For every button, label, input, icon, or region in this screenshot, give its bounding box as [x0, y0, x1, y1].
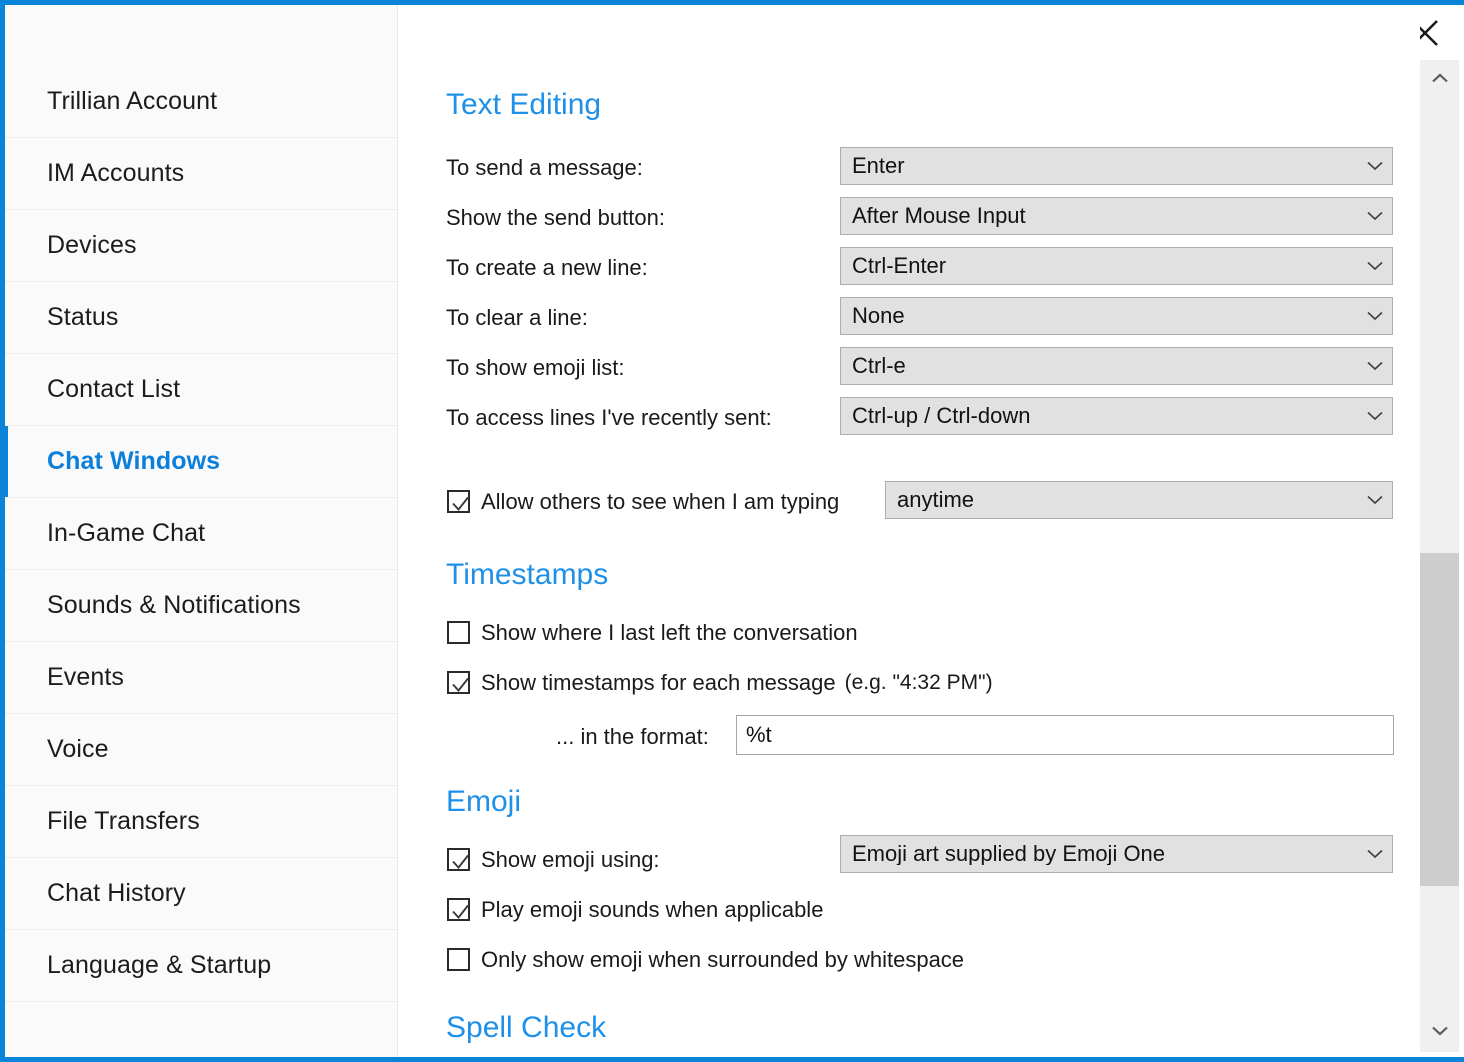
sidebar-nav-list: Trillian Account IM Accounts Devices Status…	[5, 66, 397, 1002]
scrollbar-thumb[interactable]	[1420, 553, 1459, 886]
sidebar-item-chat-history[interactable]: Chat History	[5, 858, 397, 930]
dropdown-emoji-art-source[interactable]: Emoji art supplied by Emoji One	[840, 835, 1393, 873]
chevron-down-icon	[1364, 198, 1386, 234]
timestamp-example-text: (e.g. "4:32 PM")	[844, 671, 993, 694]
sidebar-item-sounds-notifications[interactable]: Sounds & Notifications	[5, 570, 397, 642]
checkbox-show-last-left[interactable]	[447, 621, 470, 644]
sidebar-item-file-transfers[interactable]: File Transfers	[5, 786, 397, 858]
chevron-down-icon	[1431, 1023, 1449, 1041]
sidebar-item-voice[interactable]: Voice	[5, 714, 397, 786]
chevron-down-icon	[1364, 148, 1386, 184]
sidebar-item-label: Events	[47, 663, 125, 691]
checkbox-play-emoji-sounds[interactable]	[447, 898, 470, 921]
dropdown-value: Ctrl-Enter	[852, 255, 947, 277]
sidebar-item-label: In-Game Chat	[47, 519, 206, 547]
chevron-up-icon	[1431, 71, 1449, 89]
dropdown-to-send-a-message[interactable]: Enter	[840, 147, 1393, 185]
checkbox-row-play-emoji-sounds[interactable]: Play emoji sounds when applicable	[447, 898, 823, 921]
sidebar-item-label: Chat History	[47, 879, 186, 907]
sidebar-item-label: Trillian Account	[47, 87, 218, 115]
label-show-the-send-button: Show the send button:	[446, 205, 665, 230]
section-title-timestamps: Timestamps	[446, 558, 609, 591]
sidebar-item-label: Contact List	[47, 375, 181, 403]
sidebar-item-devices[interactable]: Devices	[5, 210, 397, 282]
chevron-down-icon	[1364, 348, 1386, 384]
label-to-access-recent-lines: To access lines I've recently sent:	[446, 405, 772, 430]
sidebar-item-label: Chat Windows	[47, 447, 221, 475]
chevron-down-icon	[1364, 298, 1386, 334]
checkbox-allow-typing-indicator[interactable]	[447, 490, 470, 513]
input-timestamp-format[interactable]: %t	[736, 715, 1394, 755]
chevron-down-icon	[1364, 482, 1386, 518]
dropdown-value: After Mouse Input	[852, 205, 1026, 227]
dropdown-value: Emoji art supplied by Emoji One	[852, 843, 1166, 865]
chevron-down-icon	[1364, 836, 1386, 872]
dropdown-value: Ctrl-up / Ctrl-down	[852, 405, 1031, 427]
label-to-create-a-new-line: To create a new line:	[446, 255, 648, 280]
sidebar-item-label: Language & Startup	[47, 951, 272, 979]
label-to-send-a-message: To send a message:	[446, 155, 643, 180]
label-timestamp-format: ... in the format:	[556, 724, 709, 749]
sidebar-item-label: Voice	[47, 735, 109, 763]
dropdown-value: None	[852, 305, 905, 327]
preferences-window: Trillian Account IM Accounts Devices Status…	[0, 0, 1464, 1062]
sidebar-item-trillian-account[interactable]: Trillian Account	[5, 66, 397, 138]
checkbox-row-allow-typing-indicator[interactable]: Allow others to see when I am typing	[447, 490, 839, 513]
settings-sidebar: Trillian Account IM Accounts Devices Status…	[5, 5, 398, 1057]
checkbox-row-show-last-left[interactable]: Show where I last left the conversation	[447, 621, 858, 644]
checkbox-show-timestamps[interactable]	[447, 671, 470, 694]
checkbox-label: Show emoji using:	[481, 846, 660, 872]
sidebar-item-status[interactable]: Status	[5, 282, 397, 354]
sidebar-item-label: File Transfers	[47, 807, 200, 835]
sidebar-selection-indicator	[5, 426, 8, 497]
checkbox-label: Allow others to see when I am typing	[481, 488, 840, 514]
settings-content-pane: Text Editing To send a message: Enter Sh…	[398, 5, 1420, 1057]
vertical-scrollbar[interactable]	[1420, 60, 1459, 1052]
checkbox-label: Show where I last left the conversation	[481, 619, 858, 645]
sidebar-item-language-startup[interactable]: Language & Startup	[5, 930, 397, 1002]
checkbox-label: Only show emoji when surrounded by white…	[481, 946, 965, 972]
section-title-spell-check: Spell Check	[446, 1011, 607, 1044]
checkbox-emoji-whitespace-only[interactable]	[447, 948, 470, 971]
checkbox-label: Play emoji sounds when applicable	[481, 896, 824, 922]
checkbox-row-show-timestamps[interactable]: Show timestamps for each message (e.g. "…	[447, 671, 993, 694]
dropdown-value: Ctrl-e	[852, 355, 906, 377]
sidebar-item-im-accounts[interactable]: IM Accounts	[5, 138, 397, 210]
checkbox-row-show-emoji-using[interactable]: Show emoji using:	[447, 848, 660, 871]
sidebar-item-label: Devices	[47, 231, 137, 259]
checkbox-show-emoji-using[interactable]	[447, 848, 470, 871]
checkbox-label: Show timestamps for each message	[481, 669, 836, 695]
chevron-down-icon	[1364, 398, 1386, 434]
scroll-down-button[interactable]	[1420, 1012, 1459, 1052]
dropdown-to-create-a-new-line[interactable]: Ctrl-Enter	[840, 247, 1393, 285]
chevron-down-icon	[1364, 248, 1386, 284]
sidebar-item-contact-list[interactable]: Contact List	[5, 354, 397, 426]
sidebar-item-in-game-chat[interactable]: In-Game Chat	[5, 498, 397, 570]
input-value: %t	[746, 722, 772, 747]
dropdown-to-clear-a-line[interactable]: None	[840, 297, 1393, 335]
scroll-up-button[interactable]	[1420, 60, 1459, 100]
label-to-show-emoji-list: To show emoji list:	[446, 355, 625, 380]
dropdown-value: anytime	[897, 489, 975, 511]
dropdown-typing-visibility[interactable]: anytime	[885, 481, 1393, 519]
sidebar-item-label: Status	[47, 303, 119, 331]
dropdown-show-the-send-button[interactable]: After Mouse Input	[840, 197, 1393, 235]
label-to-clear-a-line: To clear a line:	[446, 305, 588, 330]
sidebar-item-events[interactable]: Events	[5, 642, 397, 714]
checkbox-row-emoji-whitespace-only[interactable]: Only show emoji when surrounded by white…	[447, 948, 964, 971]
sidebar-item-chat-windows[interactable]: Chat Windows	[5, 426, 397, 498]
dropdown-to-access-recent-lines[interactable]: Ctrl-up / Ctrl-down	[840, 397, 1393, 435]
sidebar-item-label: Sounds & Notifications	[47, 591, 301, 619]
sidebar-item-label: IM Accounts	[47, 159, 185, 187]
dropdown-to-show-emoji-list[interactable]: Ctrl-e	[840, 347, 1393, 385]
dropdown-value: Enter	[852, 155, 905, 177]
section-title-emoji: Emoji	[446, 785, 522, 818]
section-title-text-editing: Text Editing	[446, 88, 602, 121]
